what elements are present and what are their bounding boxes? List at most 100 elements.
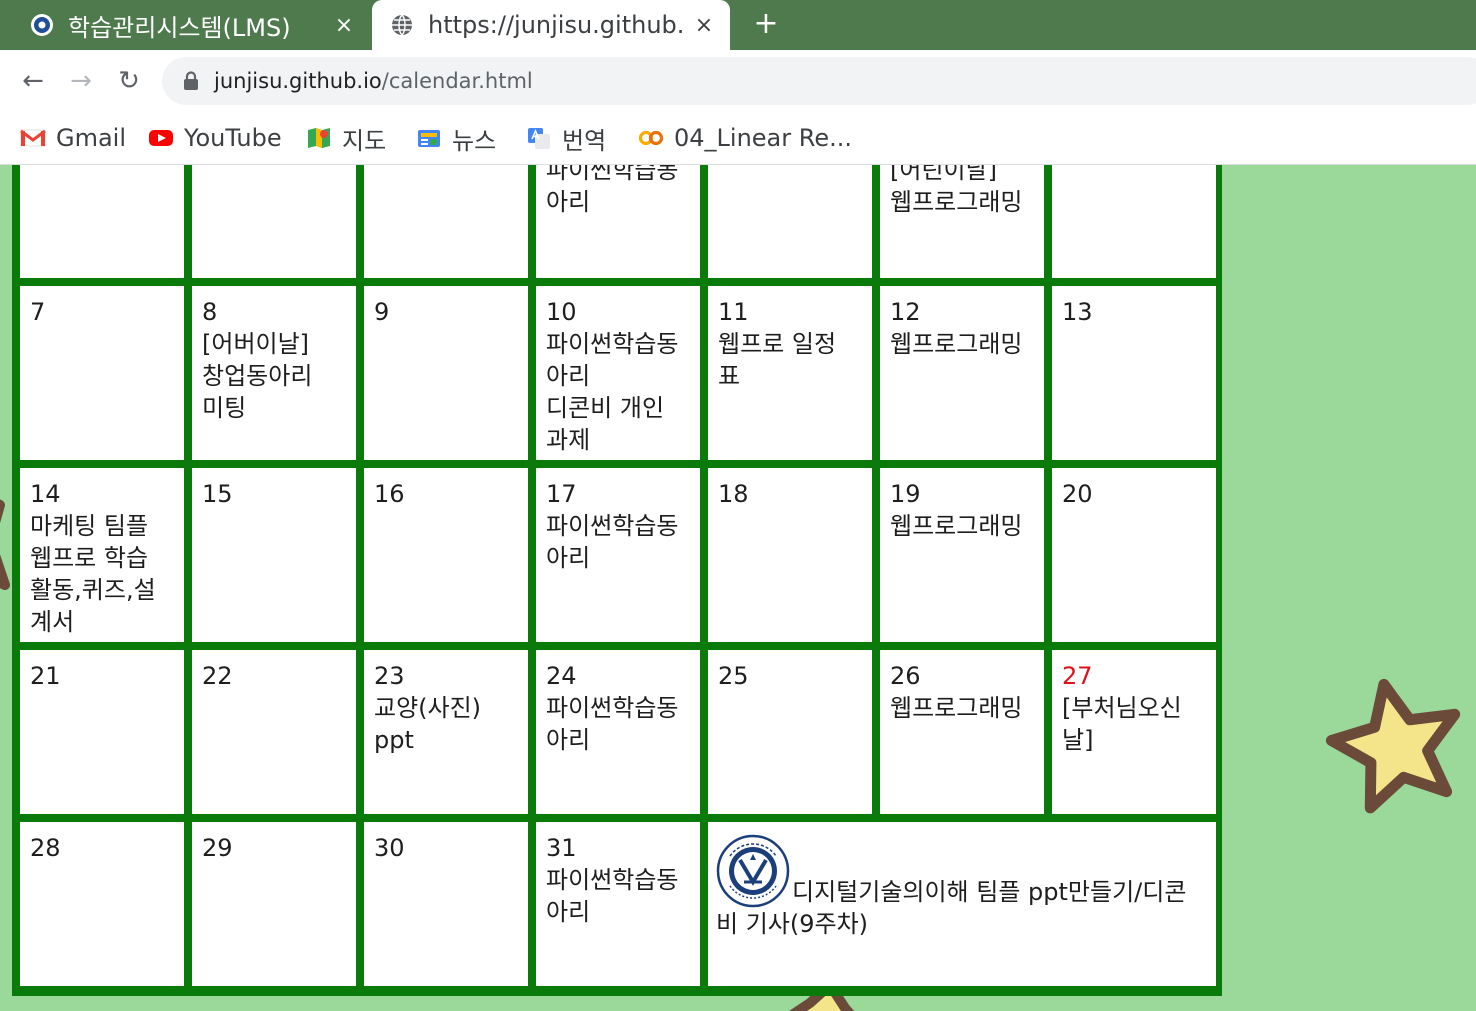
calendar-day-cell[interactable]	[364, 165, 528, 278]
calendar-day-cell[interactable]: 18	[708, 468, 872, 642]
day-events: [어버이날] 창업동아리 미팅	[202, 330, 313, 422]
calendar-day-cell[interactable]: 25	[708, 650, 872, 814]
calendar-day-cell[interactable]: 16	[364, 468, 528, 642]
maps-icon	[308, 128, 330, 148]
calendar-day-cell[interactable]: 15	[192, 468, 356, 642]
day-number: 23	[374, 662, 405, 690]
calendar-day-cell[interactable]: 31 파이썬학습동 아리	[536, 822, 700, 986]
address-bar[interactable]: junjisu.github.io/calendar.html	[162, 57, 1476, 105]
bookmark-label: YouTube	[184, 124, 282, 152]
day-number: 14	[30, 480, 61, 508]
calendar-day-cell[interactable]: 10 파이썬학습동 아리 디콘비 개인 과제	[536, 286, 700, 460]
calendar-note-cell[interactable]: 디지털기술의이해 팀플 ppt만들기/디콘비 기사(9주차)	[708, 822, 1216, 986]
tab-title: https://junjisu.github.io	[428, 11, 684, 39]
forward-button[interactable]: →	[64, 64, 98, 98]
lock-icon[interactable]	[182, 71, 200, 91]
calendar-day-cell[interactable]: 26 웹프로그래밍	[880, 650, 1044, 814]
bookmark-label: Gmail	[56, 124, 127, 152]
bookmark-gmail[interactable]: Gmail	[20, 120, 126, 156]
day-number: 15	[202, 480, 233, 508]
calendar-grid: 파이썬학습동 아리 [어린이날] 웹프로그래밍 7 8 [어버이날] 창업동아리 …	[12, 165, 1222, 996]
tab-title: 학습관리시스템(LMS)	[68, 13, 291, 42]
calendar-day-cell[interactable]: 11 웹프로 일정 표	[708, 286, 872, 460]
calendar-day-cell[interactable]: 7	[20, 286, 184, 460]
bookmark-news[interactable]: 뉴스	[416, 120, 496, 156]
day-events: 웹프로그래밍	[890, 694, 1023, 722]
calendar-day-cell[interactable]: 13	[1052, 286, 1216, 460]
day-number: 22	[202, 662, 233, 690]
day-number: 8	[202, 298, 218, 326]
tab-calendar[interactable]: https://junjisu.github.io ×	[372, 0, 730, 50]
day-number: 18	[718, 480, 749, 508]
calendar-day-cell[interactable]: 23 교양(사진) ppt	[364, 650, 528, 814]
day-events: 교양(사진) ppt	[374, 694, 482, 754]
translate-icon	[528, 128, 550, 149]
url-path: /calendar.html	[381, 69, 533, 93]
day-events: [부처님오신 날]	[1062, 694, 1182, 754]
calendar-day-cell[interactable]	[20, 165, 184, 278]
day-number: 10	[546, 298, 577, 326]
day-number: 11	[718, 298, 749, 326]
calendar-day-cell[interactable]: 22	[192, 650, 356, 814]
calendar-day-cell[interactable]: 파이썬학습동 아리	[536, 165, 700, 278]
close-tab-icon[interactable]: ×	[692, 13, 716, 38]
gmail-icon	[20, 129, 46, 147]
calendar-day-cell[interactable]: 19 웹프로그래밍	[880, 468, 1044, 642]
bookmark-label: 번역	[562, 126, 607, 155]
day-number: 30	[374, 834, 405, 862]
day-number: 12	[890, 298, 921, 326]
calendar-day-cell[interactable]: 17 파이썬학습동 아리	[536, 468, 700, 642]
browser-toolbar: ← → ↻ junjisu.github.io/calendar.html	[0, 50, 1476, 112]
calendar-day-cell[interactable]: 20	[1052, 468, 1216, 642]
bookmark-translate[interactable]: 번역	[526, 120, 606, 156]
calendar-day-cell[interactable]: 12 웹프로그래밍	[880, 286, 1044, 460]
bookmark-youtube[interactable]: YouTube	[148, 120, 282, 156]
day-number: 9	[374, 298, 390, 326]
calendar-day-cell[interactable]: 21	[20, 650, 184, 814]
page-viewport: 파이썬학습동 아리 [어린이날] 웹프로그래밍 7 8 [어버이날] 창업동아리 …	[0, 165, 1476, 1011]
bookmarks-bar: Gmail YouTube 지도 뉴스 번역 04_Linear Re...	[0, 112, 1476, 165]
bookmark-colab[interactable]: 04_Linear Re...	[638, 120, 852, 156]
calendar-day-cell[interactable]: 24 파이썬학습동 아리	[536, 650, 700, 814]
calendar-day-cell[interactable]: [어린이날] 웹프로그래밍	[880, 165, 1044, 278]
url-text[interactable]: junjisu.github.io/calendar.html	[214, 69, 533, 93]
day-events: 웹프로 일정 표	[718, 330, 837, 390]
day-events: 웹프로그래밍	[890, 512, 1023, 540]
calendar-day-cell[interactable]	[708, 165, 872, 278]
day-events: 파이썬학습동 아리	[546, 165, 679, 216]
calendar-day-cell[interactable]: 8 [어버이날] 창업동아리 미팅	[192, 286, 356, 460]
bookmark-maps[interactable]: 지도	[306, 120, 386, 156]
calendar-day-cell[interactable]: 27 [부처님오신 날]	[1052, 650, 1216, 814]
day-number: 25	[718, 662, 749, 690]
calendar-day-cell[interactable]: 29	[192, 822, 356, 986]
youtube-icon	[149, 130, 173, 146]
calendar-day-cell[interactable]	[192, 165, 356, 278]
day-events: 파이썬학습동 아리	[546, 512, 679, 572]
day-number: 20	[1062, 480, 1093, 508]
day-number: 31	[546, 834, 577, 862]
lms-favicon-icon	[31, 14, 53, 36]
tab-lms[interactable]: 학습관리시스템(LMS) ×	[0, 0, 370, 50]
day-number: 29	[202, 834, 233, 862]
day-number: 24	[546, 662, 577, 690]
day-events: 마케팅 팀플 웹프로 학습 활동,퀴즈,설 계서	[30, 512, 156, 636]
tab-strip: 학습관리시스템(LMS) × https://junjisu.github.io…	[0, 0, 1476, 50]
close-tab-icon[interactable]: ×	[332, 13, 356, 38]
new-tab-button[interactable]: +	[748, 6, 784, 42]
day-number: 13	[1062, 298, 1093, 326]
calendar-day-cell[interactable]: 14 마케팅 팀플 웹프로 학습 활동,퀴즈,설 계서	[20, 468, 184, 642]
calendar-day-cell[interactable]	[1052, 165, 1216, 278]
day-number: 21	[30, 662, 61, 690]
day-number: 19	[890, 480, 921, 508]
calendar-day-cell[interactable]: 30	[364, 822, 528, 986]
day-number: 16	[374, 480, 405, 508]
calendar-day-cell[interactable]: 9	[364, 286, 528, 460]
day-number-holiday: 27	[1062, 662, 1093, 690]
calendar-day-cell[interactable]: 28	[20, 822, 184, 986]
back-button[interactable]: ←	[16, 64, 50, 98]
bookmark-label: 뉴스	[452, 126, 497, 155]
reload-button[interactable]: ↻	[112, 64, 146, 98]
day-number: 17	[546, 480, 577, 508]
university-seal-icon	[716, 834, 790, 908]
url-host: junjisu.github.io	[214, 69, 382, 93]
